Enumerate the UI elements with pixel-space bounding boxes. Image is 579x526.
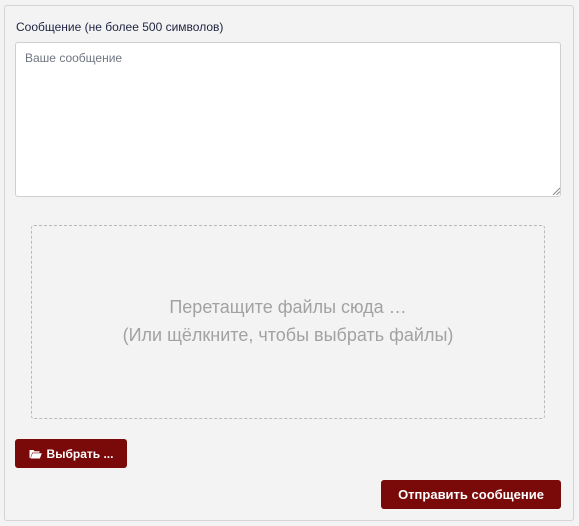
choose-files-button[interactable]: Выбрать ... (15, 439, 127, 468)
message-textarea[interactable] (15, 42, 561, 197)
send-message-button[interactable]: Отправить сообщение (381, 480, 561, 509)
dropzone-secondary-text: (Или щёлкните, чтобы выбрать файлы) (122, 325, 454, 345)
send-message-label: Отправить сообщение (398, 487, 544, 502)
dropzone-primary-text: Перетащите файлы сюда … (169, 297, 407, 317)
message-label: Сообщение (не более 500 символов) (16, 20, 224, 34)
message-form-panel: Сообщение (не более 500 символов) Перета… (4, 5, 574, 521)
folder-open-icon (29, 449, 42, 458)
file-dropzone[interactable]: Перетащите файлы сюда … (Или щёлкните, ч… (31, 225, 545, 419)
choose-files-label: Выбрать ... (46, 446, 114, 461)
